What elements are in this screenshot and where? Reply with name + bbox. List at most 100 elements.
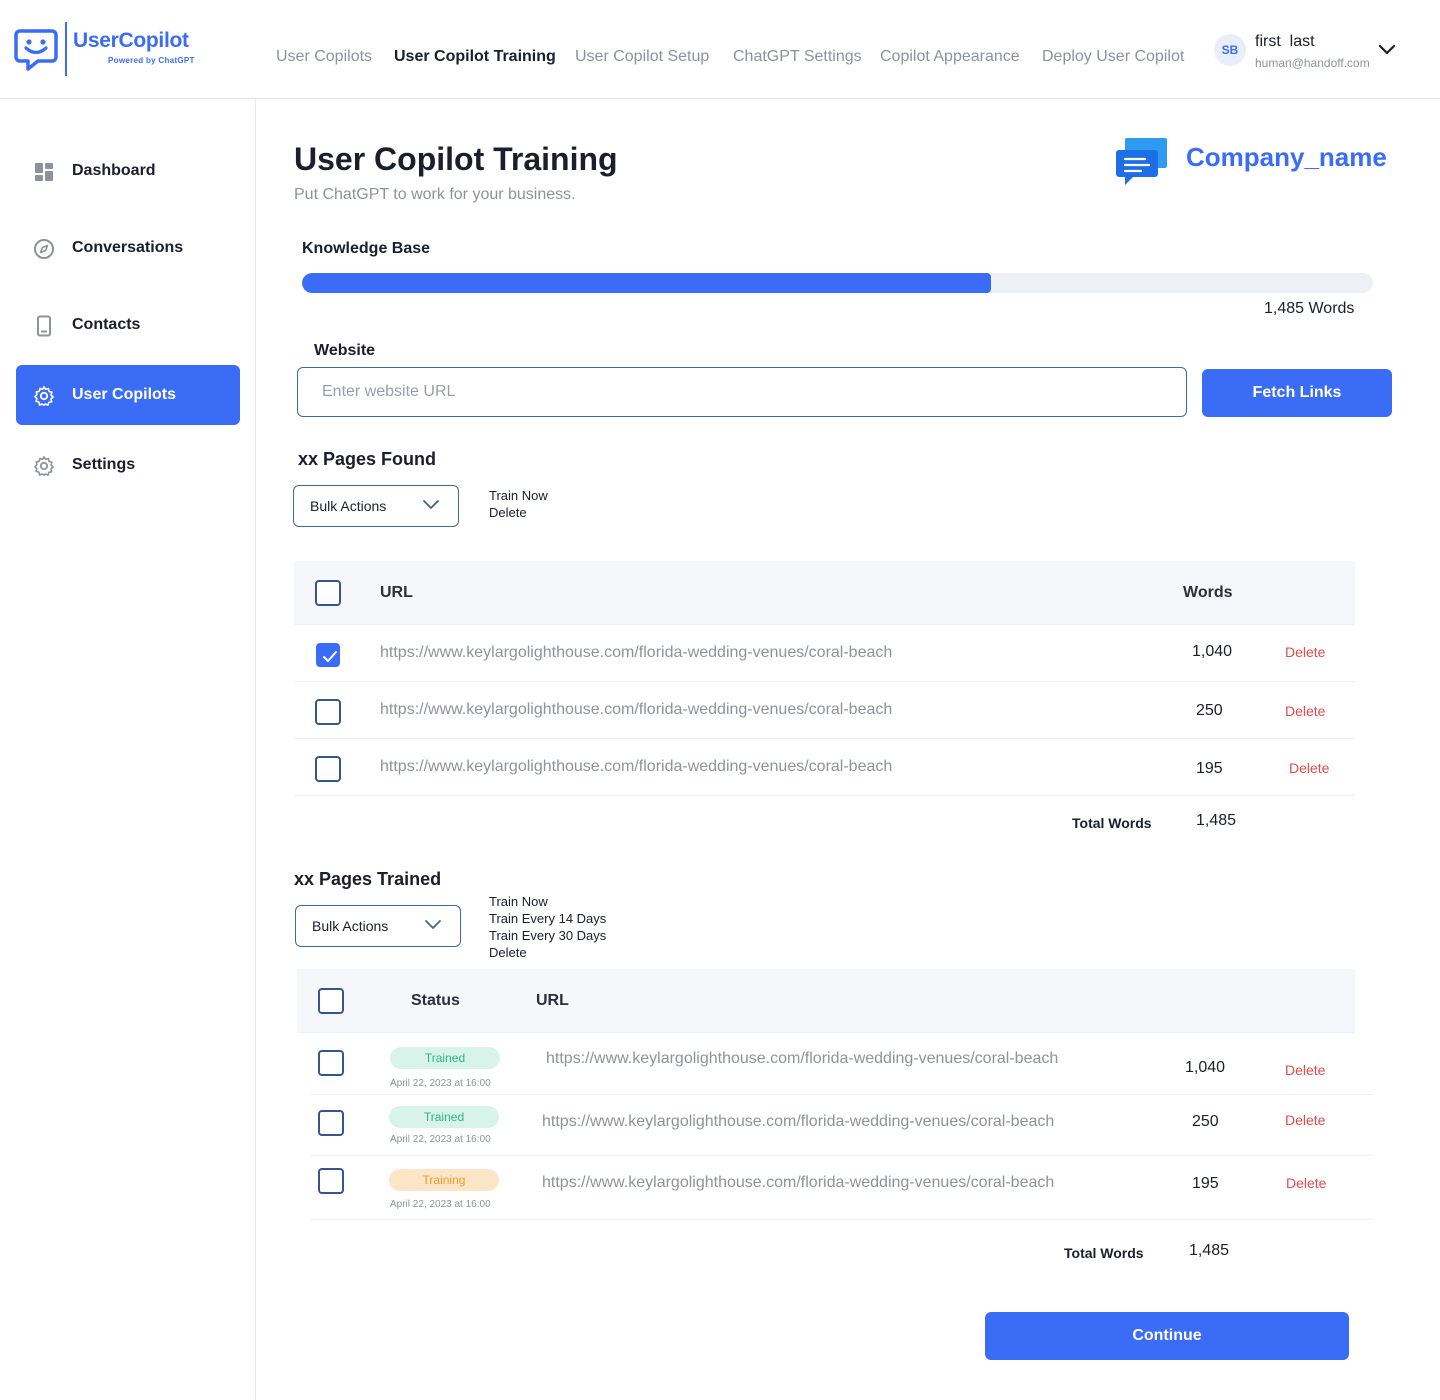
delete-link[interactable]: Delete — [1286, 1175, 1326, 1191]
compass-icon — [34, 239, 54, 259]
sidebar-item-label: Conversations — [72, 239, 184, 256]
top-header: UserCopilot Powered by ChatGPT User Copi… — [0, 0, 1440, 99]
row-divider — [310, 1094, 1372, 1095]
website-label: Website — [314, 342, 376, 359]
delete-link[interactable]: Delete — [1285, 1112, 1325, 1128]
bulk-option-train-now[interactable]: Train Now — [489, 487, 548, 504]
knowledge-base-label: Knowledge Base — [302, 240, 431, 257]
total-words-label: Total Words — [1072, 815, 1152, 831]
bulk-actions-dropdown-trained[interactable]: Bulk Actions — [295, 905, 461, 947]
word-count: 250 — [1196, 702, 1223, 719]
knowledge-base-progress-bar — [302, 273, 1373, 293]
column-header-words: Words — [1183, 584, 1233, 601]
row-checkbox[interactable] — [318, 1168, 344, 1194]
sidebar-item-label: User Copilots — [72, 386, 177, 403]
column-header-status: Status — [411, 992, 460, 1009]
row-checkbox[interactable] — [318, 1110, 344, 1136]
bulk-actions-label: Bulk Actions — [310, 498, 387, 514]
select-all-checkbox[interactable] — [315, 580, 341, 606]
avatar[interactable]: SB — [1214, 34, 1246, 66]
continue-button[interactable]: Continue — [985, 1312, 1349, 1360]
delete-link[interactable]: Delete — [1285, 703, 1325, 719]
knowledge-base-word-count: 1,485 Words — [1264, 300, 1355, 317]
pages-found-title: xx Pages Found — [298, 449, 437, 469]
sidebar-item-label: Dashboard — [72, 162, 156, 179]
nav-deploy-user-copilot[interactable]: Deploy User Copilot — [1042, 48, 1184, 66]
total-words-value: 1,485 — [1189, 1242, 1230, 1259]
word-count: 195 — [1192, 1175, 1219, 1192]
page-subtitle: Put ChatGPT to work for your business. — [294, 186, 576, 203]
logo-divider — [65, 22, 67, 76]
dashboard-icon — [35, 163, 53, 181]
sidebar-item-dashboard[interactable]: Dashboard — [16, 141, 240, 201]
chevron-down-icon[interactable] — [1377, 42, 1397, 56]
phone-icon — [37, 315, 51, 337]
bulk-actions-menu-trained: Train Now Train Every 14 Days Train Ever… — [489, 893, 606, 961]
column-header-url: URL — [536, 992, 569, 1009]
gear-icon — [34, 456, 54, 476]
check-icon — [323, 651, 337, 662]
bulk-option-train-now[interactable]: Train Now — [489, 893, 606, 910]
website-url-input[interactable] — [297, 367, 1187, 417]
sidebar: Dashboard Conversations Contacts User Co… — [0, 99, 256, 1400]
row-divider — [294, 795, 1355, 796]
bulk-option-delete[interactable]: Delete — [489, 504, 548, 521]
user-name: first last — [1255, 33, 1315, 50]
row-divider — [310, 1219, 1372, 1220]
word-count: 1,040 — [1192, 643, 1233, 660]
status-timestamp: April 22, 2023 at 16:00 — [390, 1078, 491, 1089]
status-badge: Trained — [390, 1047, 500, 1069]
select-all-checkbox[interactable] — [318, 988, 344, 1014]
bulk-actions-dropdown-found[interactable]: Bulk Actions — [293, 485, 459, 527]
brand-name[interactable]: UserCopilot — [73, 29, 189, 53]
delete-link[interactable]: Delete — [1285, 644, 1325, 660]
page-url[interactable]: https://www.keylargolighthouse.com/flori… — [542, 1113, 1054, 1131]
sidebar-item-settings[interactable]: Settings — [16, 435, 240, 495]
total-words-label: Total Words — [1064, 1245, 1144, 1261]
page-url[interactable]: https://www.keylargolighthouse.com/flori… — [542, 1174, 1054, 1192]
bulk-actions-menu-found: Train Now Delete — [489, 487, 548, 521]
status-badge: Training — [389, 1169, 499, 1191]
column-header-url: URL — [380, 584, 413, 601]
page-url[interactable]: https://www.keylargolighthouse.com/flori… — [380, 644, 892, 662]
chevron-down-icon — [425, 920, 441, 929]
status-timestamp: April 22, 2023 at 16:00 — [390, 1134, 491, 1145]
bulk-option-train-every-30-days[interactable]: Train Every 30 Days — [489, 927, 606, 944]
delete-link[interactable]: Delete — [1285, 1062, 1325, 1078]
row-checkbox[interactable] — [315, 699, 341, 725]
gear-icon — [34, 386, 54, 406]
total-words-value: 1,485 — [1196, 812, 1237, 829]
page-url[interactable]: https://www.keylargolighthouse.com/flori… — [380, 758, 892, 776]
company-name: Company_name — [1186, 142, 1387, 172]
fetch-links-button[interactable]: Fetch Links — [1202, 369, 1392, 417]
row-checkbox[interactable] — [315, 756, 341, 782]
nav-user-copilot-training[interactable]: User Copilot Training — [394, 48, 556, 66]
sidebar-item-conversations[interactable]: Conversations — [16, 218, 240, 278]
pages-trained-title: xx Pages Trained — [294, 869, 442, 889]
row-divider — [294, 738, 1355, 739]
status-timestamp: April 22, 2023 at 16:00 — [390, 1199, 491, 1210]
bulk-option-delete[interactable]: Delete — [489, 944, 606, 961]
page-url[interactable]: https://www.keylargolighthouse.com/flori… — [546, 1050, 1058, 1068]
bulk-option-train-every-14-days[interactable]: Train Every 14 Days — [489, 910, 606, 927]
bulk-actions-label: Bulk Actions — [312, 918, 389, 934]
sidebar-item-label: Settings — [72, 456, 136, 473]
delete-link[interactable]: Delete — [1289, 760, 1329, 776]
row-divider — [310, 1155, 1372, 1156]
page-title: User Copilot Training — [294, 141, 618, 177]
nav-user-copilot-setup[interactable]: User Copilot Setup — [575, 48, 709, 66]
word-count: 250 — [1192, 1113, 1219, 1130]
sidebar-item-contacts[interactable]: Contacts — [16, 295, 240, 355]
row-divider — [294, 681, 1355, 682]
status-badge: Trained — [389, 1106, 499, 1128]
chevron-down-icon — [423, 500, 439, 509]
word-count: 1,040 — [1185, 1059, 1226, 1076]
page-url[interactable]: https://www.keylargolighthouse.com/flori… — [380, 701, 892, 719]
nav-copilot-appearance[interactable]: Copilot Appearance — [880, 48, 1020, 66]
sidebar-item-user-copilots[interactable]: User Copilots — [16, 365, 240, 425]
nav-chatgpt-settings[interactable]: ChatGPT Settings — [733, 48, 862, 66]
row-checkbox[interactable] — [318, 1050, 344, 1076]
nav-user-copilots[interactable]: User Copilots — [276, 48, 372, 66]
chat-bubbles-icon — [1116, 138, 1167, 185]
row-checkbox[interactable] — [316, 643, 340, 667]
